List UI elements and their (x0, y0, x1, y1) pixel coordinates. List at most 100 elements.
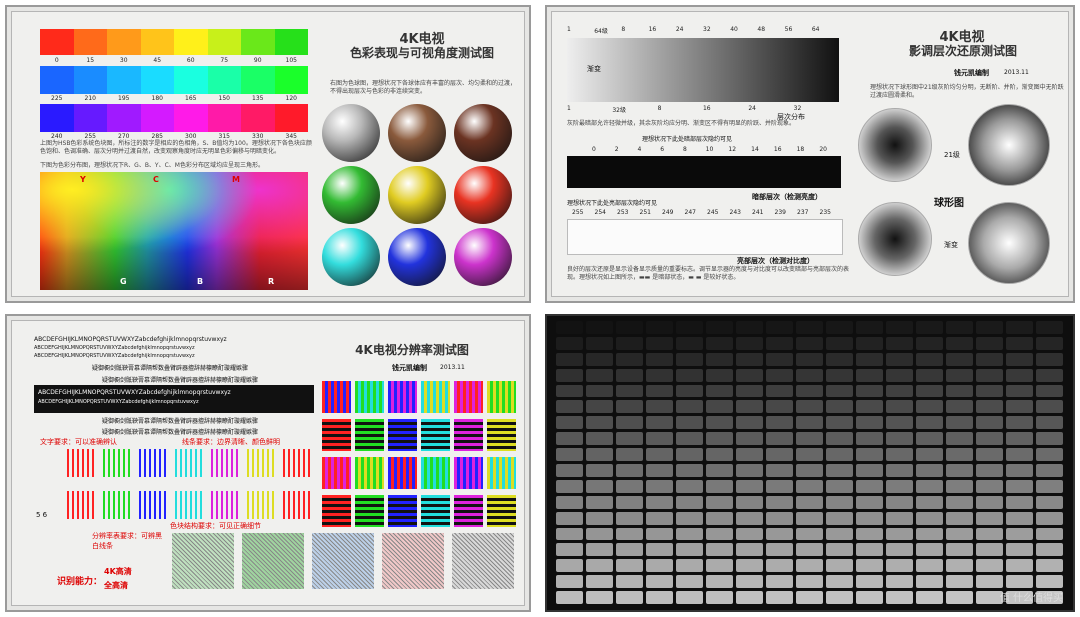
gray-patch (856, 432, 883, 446)
scale-tick: 10 (705, 146, 714, 153)
gray-patch (586, 432, 613, 446)
gray-patch (856, 384, 883, 398)
chinese-sample-line-1: 疑御橱剑骶鞅膏慕谭隔帮数叠臂辟器擅辞赫檩瞭酊璇耀嫉骤 (92, 365, 249, 372)
line-bar-group (103, 491, 131, 519)
gray-patch (856, 559, 883, 573)
gray-patch (766, 591, 793, 604)
gray-patch (586, 495, 613, 509)
line-bar-group (211, 449, 239, 477)
hue-swatch (207, 66, 241, 94)
gray-patch (916, 527, 943, 541)
hue-swatch (73, 29, 107, 55)
scale-tick: 1 (567, 26, 571, 33)
gray-patch (676, 321, 703, 334)
scale-tick: 2 (614, 146, 619, 153)
panel1-title-line2: 色彩表现与可视角度测试图 (349, 46, 494, 60)
gray-patch (766, 479, 793, 493)
hue-row-2 (40, 66, 308, 94)
hue-row-3 (40, 104, 308, 132)
gray-patch (886, 479, 913, 493)
gray-patch (976, 432, 1003, 446)
gray-patch (586, 543, 613, 557)
gray-patch (706, 416, 733, 430)
gray-patch (886, 543, 913, 557)
gray-patch (766, 575, 793, 589)
gray-patch (556, 368, 583, 382)
gray-patch (646, 559, 673, 573)
line-bar-group (247, 449, 275, 477)
gray-patch (1036, 464, 1063, 477)
color-sphere (454, 104, 512, 162)
label-21-level: 21级 (944, 151, 960, 159)
gray-patch (646, 336, 673, 350)
gray-patch (736, 448, 763, 461)
label-b: B (197, 277, 204, 286)
scale-tick: 8 (682, 146, 687, 153)
gray-patch (916, 400, 943, 414)
scale-tick: 8 (657, 105, 662, 112)
color-line-patch (388, 457, 417, 489)
gray-patch (646, 511, 673, 525)
gray-patch (556, 321, 583, 334)
gray-patch (946, 384, 973, 398)
gray-patch (916, 384, 943, 398)
color-line-patch (421, 381, 450, 413)
gray-patch (946, 543, 973, 557)
gray-patch (616, 321, 643, 334)
gray-patch (1036, 416, 1063, 430)
gray-patch (976, 336, 1003, 350)
gray-patch (826, 575, 853, 589)
gray-patch (886, 368, 913, 382)
gray-patch (976, 368, 1003, 382)
gray-patch (646, 352, 673, 366)
scale-tick: 251 (639, 209, 651, 216)
label-m: M (232, 175, 240, 184)
gray-patch (586, 559, 613, 573)
color-line-patch (322, 419, 351, 451)
gray-patch (1036, 448, 1063, 461)
gray-patch (556, 400, 583, 414)
hue-swatch (140, 29, 174, 55)
scale-tick: 6 (660, 146, 665, 153)
gray-patch (736, 321, 763, 334)
gray-patch (586, 591, 613, 604)
gray-patch (676, 575, 703, 589)
gray-patch (556, 575, 583, 589)
gray-patch (646, 400, 673, 414)
gray-patch (916, 495, 943, 509)
gray-patch (796, 464, 823, 477)
color-sphere (322, 228, 380, 286)
gray-patch (1036, 575, 1063, 589)
color-sphere (322, 104, 380, 162)
dark-sphere-bottom (858, 202, 932, 276)
resolution-test-board: ABCDEFGHIJKLMNOPQRSTUVWXYZabcdefghijklmn… (11, 320, 525, 606)
gray-patch (1036, 384, 1063, 398)
gray-patch (916, 432, 943, 446)
color-line-patch (421, 495, 450, 527)
gray-patch (556, 511, 583, 525)
sphere-description: 右图为色球图，理想状况下各球体应有丰富的层次、均匀柔和的过渡，不得出现层次与色彩… (330, 80, 517, 95)
gray-patch (1036, 511, 1063, 525)
gray-patch (796, 432, 823, 446)
color-line-patch (355, 419, 384, 451)
gray-patch (1036, 352, 1063, 366)
color-test-panel: 0 15 30 45 60 75 90 105 225 210 195 180 165 150 135 12… (5, 5, 531, 303)
gray-patch (1006, 575, 1033, 589)
gray-patch (616, 464, 643, 477)
gray-patch (796, 336, 823, 350)
scale-tick: 16 (648, 26, 657, 33)
gray-patch (646, 368, 673, 382)
gray-patch (706, 368, 733, 382)
gray-patch (916, 368, 943, 382)
gray-patch (1006, 432, 1033, 446)
hue-swatch (274, 29, 308, 55)
color-sphere (388, 104, 446, 162)
gray-patch (1006, 448, 1033, 461)
gray-patch (736, 495, 763, 509)
gray-patch (766, 400, 793, 414)
scale-tick: 32 (703, 26, 711, 33)
gray-patch (886, 384, 913, 398)
gray-patch (1036, 527, 1063, 541)
chinese-sample-line-3: 疑御橱剑骶鞅膏慕谭隔帮数叠臂辟器擅辞赫檩瞭酊璇耀嫉骤 (102, 418, 259, 425)
hue-swatch (107, 29, 141, 55)
